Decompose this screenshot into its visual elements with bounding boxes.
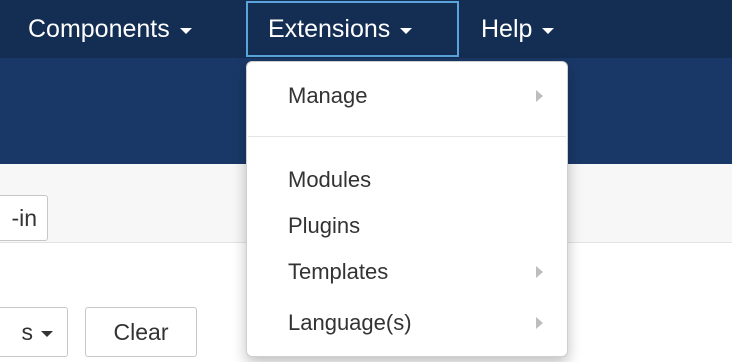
caret-down-icon (400, 27, 413, 34)
login-button-label: -in (11, 204, 37, 231)
menu-item-label: Plugins (288, 213, 361, 238)
menu-divider (248, 136, 566, 137)
caret-down-icon (179, 27, 192, 34)
menu-item-label: Manage (288, 83, 368, 108)
caret-down-icon (41, 330, 53, 337)
menu-item-modules[interactable]: Modules (247, 160, 567, 200)
menu-item-label: Templates (288, 259, 389, 284)
login-button[interactable]: -in (0, 195, 48, 241)
top-navbar: Components Extensions Help (0, 0, 732, 58)
filter-dropdown-button[interactable]: s (0, 307, 68, 357)
nav-help-label: Help (481, 14, 533, 43)
caret-down-icon (542, 27, 555, 34)
nav-help[interactable]: Help (481, 0, 555, 58)
menu-item-languages[interactable]: Language(s) (247, 303, 567, 343)
nav-extensions-label: Extensions (268, 14, 391, 43)
nav-extensions[interactable]: Extensions (246, 1, 459, 57)
menu-item-templates[interactable]: Templates (247, 252, 567, 292)
menu-item-manage[interactable]: Manage (247, 76, 567, 116)
extensions-dropdown-menu: Manage Modules Plugins Templates Languag… (246, 61, 568, 357)
chevron-right-icon (536, 90, 543, 102)
clear-button[interactable]: Clear (85, 307, 197, 357)
menu-item-plugins[interactable]: Plugins (247, 206, 567, 246)
nav-components[interactable]: Components (28, 0, 192, 58)
chevron-right-icon (536, 317, 543, 329)
nav-components-label: Components (28, 14, 170, 43)
clear-button-label: Clear (113, 318, 169, 345)
menu-item-label: Modules (288, 167, 372, 192)
filter-button-label: s (21, 318, 34, 345)
chevron-right-icon (536, 266, 543, 278)
menu-item-label: Language(s) (288, 310, 412, 335)
